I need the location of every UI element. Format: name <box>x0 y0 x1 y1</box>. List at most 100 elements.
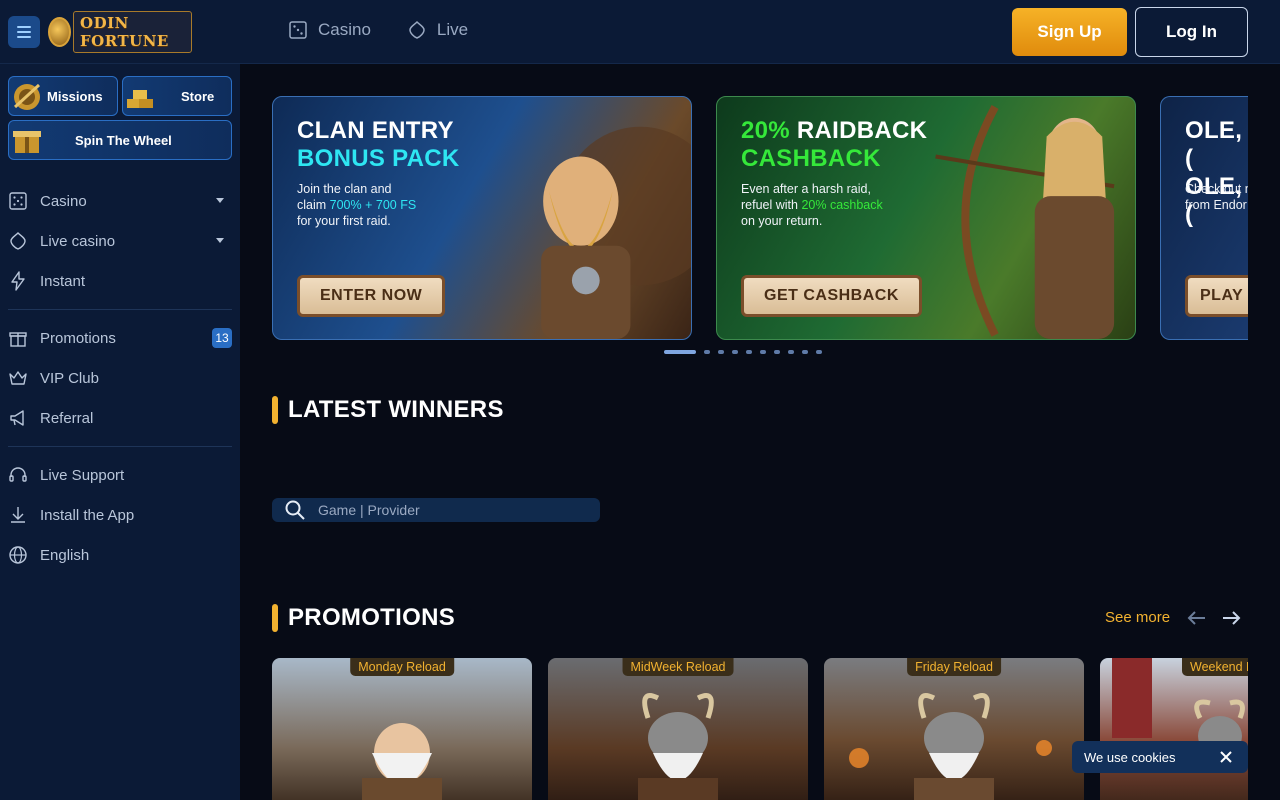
banner-title-line-1: 20% RAIDBACK <box>741 117 927 144</box>
logo[interactable]: ODIN FORTUNE <box>48 11 192 53</box>
sidebar-item-label: Instant <box>40 272 86 290</box>
carousel-dot[interactable] <box>718 350 724 354</box>
enter-now-button[interactable]: ENTER NOW <box>297 275 446 317</box>
banner-title-line-1: OLE, ( <box>1185 117 1243 172</box>
sidebar-item-casino[interactable]: Casino <box>8 183 232 219</box>
cookie-notice: We use cookies <box>1072 741 1248 773</box>
banner-text-line: Even after a harsh raid, <box>741 182 871 196</box>
spin-wheel-button[interactable]: Spin The Wheel <box>8 120 232 160</box>
nav-casino[interactable]: Casino <box>288 20 371 40</box>
search-input[interactable]: Game | Provider <box>318 502 420 518</box>
top-nav: Casino Live <box>288 20 468 40</box>
promo-tag: Weekend Re <box>1182 658 1248 676</box>
sidebar-item-label: Casino <box>40 192 87 210</box>
carousel-dot[interactable] <box>760 350 766 354</box>
promo-card-monday-reload[interactable]: Monday Reload <box>272 658 532 800</box>
sidebar-item-install-app[interactable]: Install the App <box>8 497 232 533</box>
sidebar-item-referral[interactable]: Referral <box>8 400 232 436</box>
sidebar-item-vip-club[interactable]: VIP Club <box>8 360 232 396</box>
sidebar-divider <box>8 446 232 447</box>
sidebar-item-promotions[interactable]: Promotions 13 <box>8 320 232 356</box>
banner-title: 20% RAIDBACK CASHBACK <box>741 117 927 173</box>
section-accent-bar <box>272 604 278 632</box>
carousel-dot[interactable] <box>664 350 696 354</box>
sidebar-item-language[interactable]: English <box>8 537 232 573</box>
play-button[interactable]: PLAY <box>1185 275 1248 317</box>
sidebar-item-label: Install the App <box>40 506 135 524</box>
latest-winners-heading: LATEST WINNERS <box>272 396 504 424</box>
crown-icon <box>9 371 27 385</box>
viking-elder-illustration <box>849 693 1052 800</box>
logo-text: ODIN FORTUNE <box>73 11 192 53</box>
promo-card-weekend-reload[interactable]: Weekend Re <box>1100 658 1248 800</box>
cookie-text: We use cookies <box>1084 749 1176 765</box>
get-cashback-button[interactable]: GET CASHBACK <box>741 275 922 317</box>
gift-icon <box>9 332 27 347</box>
banner-text-line: Join the clan and <box>297 182 392 196</box>
carousel-dot[interactable] <box>746 350 752 354</box>
banner-text-line: from Endor <box>1185 198 1247 212</box>
promotions-heading: PROMOTIONS <box>272 604 455 632</box>
promotions-count-badge: 13 <box>212 328 232 348</box>
see-more-link[interactable]: See more <box>1105 609 1170 626</box>
banner-title-accent: 20% <box>741 117 790 144</box>
promo-banner-raidback[interactable]: 20% RAIDBACK CASHBACK Even after a harsh… <box>716 96 1136 340</box>
download-icon <box>11 507 25 523</box>
carousel-dot[interactable] <box>788 350 794 354</box>
banner-text-line: for your first raid. <box>297 214 391 228</box>
dice-icon <box>289 21 307 39</box>
sidebar-item-label: Promotions <box>40 329 116 347</box>
banner-text-line: refuel with <box>741 198 802 212</box>
sidebar-item-label: Live Support <box>40 466 125 484</box>
sidebar-divider <box>8 309 232 310</box>
chevron-down-icon[interactable] <box>216 238 224 243</box>
banner-text: Even after a harsh raid, refuel with 20%… <box>741 181 891 229</box>
promo-banner-ole[interactable]: OLE, ( OLE, ( Check out n from Endor PLA… <box>1160 96 1248 340</box>
carousel-dot[interactable] <box>704 350 710 354</box>
banner-highlight: 700% + 700 FS <box>329 198 417 212</box>
sidebar-item-live-casino[interactable]: Live casino <box>8 223 232 259</box>
banner-title-line-2: BONUS PACK <box>297 145 460 172</box>
chevron-down-icon[interactable] <box>216 198 224 203</box>
carousel-dot[interactable] <box>732 350 738 354</box>
banner-text-line: on your return. <box>741 214 823 228</box>
nav-casino-label: Casino <box>318 20 371 39</box>
carousel-pagination <box>664 350 822 354</box>
carousel-dot[interactable] <box>774 350 780 354</box>
sidebar: Missions Store Spin The Wheel Casino Liv… <box>0 64 240 800</box>
arrow-left-icon[interactable] <box>1185 606 1209 630</box>
sidebar-item-label: Referral <box>40 409 94 427</box>
carousel-dot[interactable] <box>816 350 822 354</box>
section-title: LATEST WINNERS <box>288 396 504 423</box>
sidebar-item-live-support[interactable]: Live Support <box>8 457 232 493</box>
promo-card-midweek-reload[interactable]: MidWeek Reload <box>548 658 808 800</box>
sidebar-item-instant[interactable]: Instant <box>8 263 232 299</box>
promo-card-friday-reload[interactable]: Friday Reload <box>824 658 1084 800</box>
dice-icon <box>9 192 27 210</box>
gold-bars-icon <box>127 90 153 108</box>
login-button[interactable]: Log In <box>1135 7 1248 57</box>
game-search[interactable]: Game | Provider <box>272 498 600 522</box>
nav-live[interactable]: Live <box>407 20 468 40</box>
search-icon <box>285 500 305 520</box>
headset-icon <box>9 467 27 482</box>
viking-elder-illustration <box>362 723 442 800</box>
globe-icon <box>9 546 27 564</box>
gift-icon <box>13 131 41 153</box>
logo-emblem-icon <box>48 17 72 47</box>
banner-title-line-2: CASHBACK <box>741 145 881 172</box>
signup-button[interactable]: Sign Up <box>1012 8 1127 56</box>
menu-icon[interactable] <box>8 16 40 48</box>
close-icon[interactable] <box>1218 749 1234 765</box>
promo-tag: MidWeek Reload <box>622 658 734 676</box>
top-header: ODIN FORTUNE Casino Live Sign Up Log In <box>0 0 1280 64</box>
promo-banner-clan-entry[interactable]: CLAN ENTRY BONUS PACK Join the clan and … <box>272 96 692 340</box>
carousel-dot[interactable] <box>802 350 808 354</box>
banner-title-line-1: CLAN ENTRY <box>297 117 454 144</box>
nav-live-label: Live <box>436 20 469 39</box>
missions-button[interactable]: Missions <box>8 76 118 116</box>
diamond-icon <box>10 232 26 250</box>
store-button[interactable]: Store <box>122 76 232 116</box>
arrow-right-icon[interactable] <box>1219 606 1243 630</box>
promo-tag: Friday Reload <box>907 658 1001 676</box>
